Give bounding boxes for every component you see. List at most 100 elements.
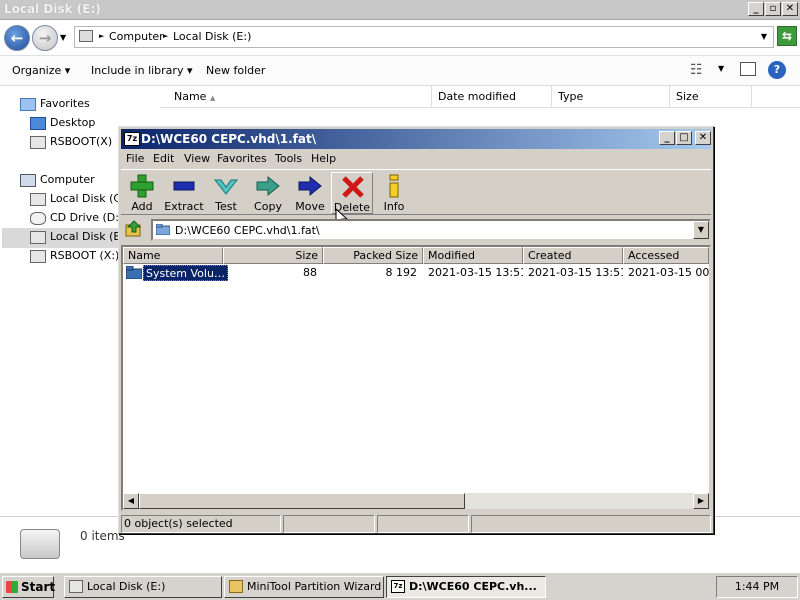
view-options-icon[interactable]: ☷ [690, 62, 703, 78]
desktop-icon [30, 116, 46, 130]
column-accessed[interactable]: Accessed [623, 247, 709, 264]
organize-button[interactable]: Organize ▾ [12, 64, 70, 77]
nav-cd-drive[interactable]: CD Drive (D:) [30, 211, 123, 229]
preview-pane-icon[interactable] [740, 62, 756, 76]
task-local-disk[interactable]: Local Disk (E:) [64, 576, 222, 598]
scroll-right-icon[interactable]: ▶ [693, 493, 709, 509]
explorer-title-bar: Local Disk (E:) _ ▫ ✕ [0, 0, 800, 20]
close-button[interactable]: ✕ [782, 2, 798, 16]
file-list-header: Name Size Packed Size Modified Created A… [123, 247, 709, 264]
address-box[interactable]: ► Computer ► Local Disk (E:) ▼ [74, 26, 774, 48]
column-packed-size[interactable]: Packed Size [323, 247, 423, 264]
include-in-library-button[interactable]: Include in library ▾ [91, 64, 192, 77]
horizontal-scrollbar[interactable]: ◀ ▶ [123, 493, 709, 509]
sevenzip-title: D:\WCE60 CEPC.vhd\1.fat\ [141, 132, 317, 146]
explorer-column-header: Name ▲ Date modified Type Size [160, 86, 800, 108]
row-accessed: 2021-03-15 00:00 [628, 266, 709, 279]
sevenzip-title-bar: 7z D:\WCE60 CEPC.vhd\1.fat\ _ □ ✕ [121, 129, 711, 149]
address-dropdown-icon[interactable]: ▼ [761, 32, 767, 41]
nav-rsboot-favorite[interactable]: RSBOOT(X) [30, 135, 112, 153]
column-date-modified[interactable]: Date modified [432, 86, 552, 108]
drive-icon [79, 30, 93, 42]
refresh-icon[interactable]: ⇆ [777, 26, 797, 46]
row-modified: 2021-03-15 13:51 [428, 266, 523, 279]
sz-close-button[interactable]: ✕ [695, 131, 711, 145]
path-combobox[interactable]: D:\WCE60 CEPC.vhd\1.fat\ ▼ [151, 219, 711, 241]
maximize-button[interactable]: ▫ [765, 2, 781, 16]
7zip-icon: 7z [391, 580, 405, 593]
column-type[interactable]: Type [552, 86, 670, 108]
back-button[interactable]: ← [4, 25, 30, 51]
scroll-left-icon[interactable]: ◀ [123, 493, 139, 509]
favorites-star-icon [20, 97, 36, 111]
nav-local-disk-c[interactable]: Local Disk (C:) [30, 192, 129, 210]
help-icon[interactable]: ? [768, 61, 786, 79]
scroll-thumb[interactable] [139, 493, 465, 509]
path-text: D:\WCE60 CEPC.vhd\1.fat\ [175, 224, 320, 237]
folder-icon [156, 224, 170, 235]
sz-maximize-button[interactable]: □ [676, 131, 692, 145]
7zip-logo-icon: 7z [124, 132, 140, 146]
menu-favorites[interactable]: Favorites [217, 152, 267, 165]
drive-icon [30, 192, 46, 206]
menu-tools[interactable]: Tools [275, 152, 302, 165]
menu-help[interactable]: Help [311, 152, 336, 165]
nav-desktop[interactable]: Desktop [30, 116, 95, 134]
delete-x-icon [342, 176, 364, 198]
menu-view[interactable]: View [184, 152, 210, 165]
menu-edit[interactable]: Edit [153, 152, 174, 165]
nav-rsboot[interactable]: RSBOOT (X:) [30, 249, 119, 267]
task-7zip[interactable]: 7z D:\WCE60 CEPC.vh... [386, 576, 546, 598]
extract-button[interactable]: Extract [163, 172, 205, 214]
drive-icon [30, 135, 46, 149]
move-button[interactable]: Move [289, 172, 331, 214]
path-dropdown-icon[interactable]: ▼ [693, 221, 709, 239]
sz-minimize-button[interactable]: _ [659, 131, 675, 145]
row-size: 88 [303, 266, 317, 279]
minimize-button[interactable]: _ [748, 2, 764, 16]
column-name[interactable]: Name ▲ [168, 86, 432, 108]
explorer-address-bar: ← → ▼ ► Computer ► Local Disk (E:) ▼ ⇆ [0, 20, 800, 56]
folder-up-icon[interactable] [123, 219, 145, 241]
forward-button[interactable]: → [32, 25, 58, 51]
start-button[interactable]: Start [2, 576, 55, 598]
copy-button[interactable]: Copy [247, 172, 289, 214]
sevenzip-status-bar: 0 object(s) selected [121, 515, 711, 533]
status-selected: 0 object(s) selected [121, 515, 281, 533]
menu-file[interactable]: File [126, 152, 144, 165]
column-name[interactable]: Name [123, 247, 223, 264]
status-pane-info [471, 515, 711, 533]
nav-computer[interactable]: Computer [20, 173, 95, 191]
test-button[interactable]: Test [205, 172, 247, 214]
breadcrumb-local-disk[interactable]: Local Disk (E:) [173, 30, 251, 43]
column-modified[interactable]: Modified [423, 247, 523, 264]
copy-arrow-icon [256, 175, 280, 197]
nav-local-disk-e[interactable]: Local Disk (E:) [30, 230, 128, 248]
clock[interactable]: 1:44 PM [716, 576, 798, 598]
explorer-title: Local Disk (E:) [4, 2, 101, 16]
breadcrumb-computer[interactable]: Computer [109, 30, 164, 43]
row-created: 2021-03-15 13:51 [528, 266, 623, 279]
sevenzip-window: 7z D:\WCE60 CEPC.vhd\1.fat\ _ □ ✕ File E… [118, 126, 714, 534]
minus-icon [173, 181, 195, 191]
row-name[interactable]: System Volu… [143, 265, 228, 281]
add-button[interactable]: Add [121, 172, 163, 214]
taskbar: Start Local Disk (E:) MiniTool Partition… [0, 572, 800, 600]
minitool-icon [229, 580, 243, 593]
column-created[interactable]: Created [523, 247, 623, 264]
view-dropdown-icon[interactable]: ▼ [718, 64, 724, 73]
new-folder-button[interactable]: New folder [206, 64, 265, 77]
sevenzip-toolbar: Add Extract Test Copy Move Delete Info [121, 169, 711, 228]
recent-pages-chevron-icon[interactable]: ▼ [60, 33, 66, 42]
cd-drive-icon [30, 211, 46, 225]
status-pane-size [283, 515, 375, 533]
nav-favorites[interactable]: Favorites [20, 97, 90, 115]
task-minitool[interactable]: MiniTool Partition Wizard ... [224, 576, 384, 598]
drive-large-icon [20, 529, 60, 559]
column-size[interactable]: Size [670, 86, 752, 108]
computer-icon [20, 173, 36, 187]
sevenzip-menu-bar: File Edit View Favorites Tools Help [121, 149, 711, 167]
column-size[interactable]: Size [223, 247, 323, 264]
table-row[interactable]: System Volu… 88 8 192 2021-03-15 13:51 2… [123, 265, 709, 281]
info-button[interactable]: Info [373, 172, 415, 214]
